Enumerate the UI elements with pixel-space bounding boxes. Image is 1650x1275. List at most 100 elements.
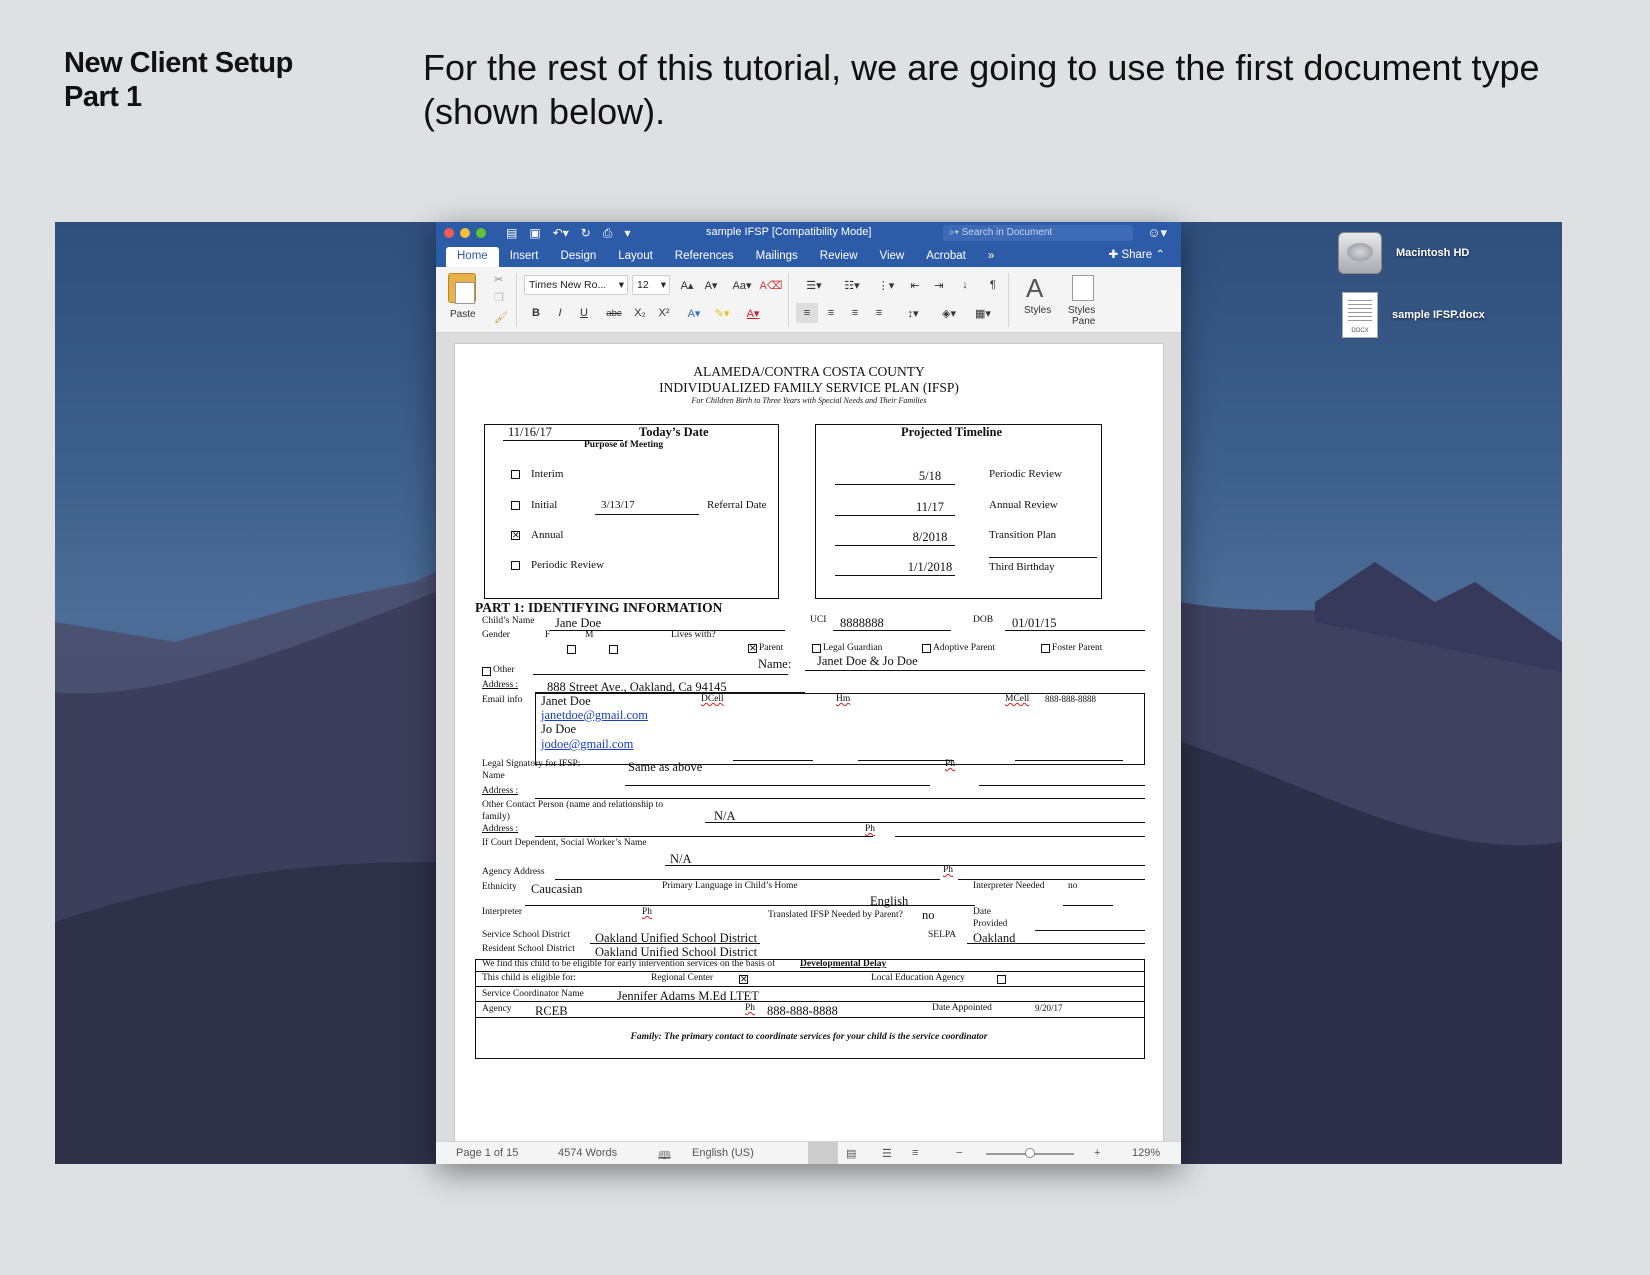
show-paragraph-marks-icon[interactable]: ¶ [982, 275, 1004, 295]
draft-view-icon[interactable]: ≡ [912, 1147, 918, 1159]
document-area: ALAMEDA/CONTRA COSTA COUNTY INDIVIDUALIZ… [436, 333, 1181, 1153]
text-effects-icon[interactable]: A▾ [682, 303, 706, 323]
font-name-select[interactable]: Times New Ro... ▾ [524, 275, 628, 295]
checkbox-interim[interactable] [511, 470, 520, 479]
superscript-button[interactable]: X² [654, 303, 674, 323]
save-icon[interactable]: ▣ [529, 226, 540, 241]
family-note: Family: The primary contact to coordinat… [630, 1032, 988, 1042]
page-count[interactable]: Page 1 of 15 [456, 1147, 518, 1159]
print-icon[interactable]: ⎙ [603, 226, 613, 241]
checkbox-other[interactable] [482, 667, 491, 676]
zoom-slider-thumb[interactable] [1025, 1148, 1035, 1158]
styles-icon[interactable]: A [1026, 273, 1043, 304]
change-case-icon[interactable]: Aa▾ [728, 275, 756, 295]
checkbox-male[interactable] [609, 645, 618, 654]
bullets-icon[interactable]: ☰▾ [796, 275, 832, 295]
minimize-button[interactable] [460, 228, 470, 238]
timeline-title: Projected Timeline [901, 425, 1003, 439]
outline-view-icon[interactable]: ☰ [882, 1147, 892, 1160]
docx-file-icon: DOCX [1342, 292, 1378, 338]
sidebar-toggle-icon[interactable]: ▤ [506, 226, 517, 241]
highlight-icon[interactable]: ✎▾ [710, 303, 734, 323]
document-page[interactable]: ALAMEDA/CONTRA COSTA COUNTY INDIVIDUALIZ… [454, 343, 1164, 1153]
checkbox-periodic-review[interactable] [511, 561, 520, 570]
slide-body-text: For the rest of this tutorial, we are go… [423, 47, 1540, 132]
tab-references[interactable]: References [664, 247, 745, 267]
increase-indent-icon[interactable]: ⇥ [928, 275, 950, 295]
child-name: Jane Doe [555, 616, 602, 630]
tab-home[interactable]: Home [446, 247, 499, 267]
copy-icon[interactable]: ❐ [494, 291, 504, 304]
email-link-1[interactable]: janetdoe@gmail.com [541, 708, 648, 723]
checkbox-local-education[interactable] [997, 975, 1006, 984]
strikethrough-button[interactable]: abc [602, 303, 626, 323]
tab-acrobat[interactable]: Acrobat [915, 247, 977, 267]
zoom-button[interactable] [476, 228, 486, 238]
zoom-out-button[interactable]: − [956, 1147, 962, 1159]
shrink-font-icon[interactable]: A▾ [700, 275, 722, 295]
bold-button[interactable]: B [526, 303, 546, 323]
borders-icon[interactable]: ▦▾ [968, 303, 998, 323]
undo-icon[interactable]: ↶▾ [553, 226, 569, 241]
language-status[interactable]: English (US) [692, 1147, 754, 1159]
shading-icon[interactable]: ◈▾ [934, 303, 964, 323]
styles-pane-icon[interactable] [1072, 275, 1094, 301]
font-size-select[interactable]: 12 ▾ [632, 275, 670, 295]
checkbox-regional-center[interactable]: ✕ [739, 975, 748, 985]
redo-icon[interactable]: ↻ [581, 226, 591, 241]
align-left-icon[interactable]: ≡ [796, 303, 818, 323]
checkbox-legal-guardian[interactable] [812, 644, 821, 653]
share-button[interactable]: ✚ Share ⌃ [1109, 247, 1165, 261]
clear-formatting-icon[interactable]: A⌫ [760, 275, 783, 295]
align-center-icon[interactable]: ≡ [820, 303, 842, 323]
more-tabs-chevron[interactable]: » [977, 247, 1005, 267]
proofing-icon[interactable]: 🕮 [658, 1147, 671, 1164]
paste-clipboard-icon[interactable] [448, 273, 476, 304]
subscript-button[interactable]: X₂ [630, 303, 650, 323]
justify-icon[interactable]: ≡ [868, 303, 890, 323]
checkbox-annual[interactable]: ✕ [511, 531, 520, 541]
checkbox-female[interactable] [567, 645, 576, 654]
macintosh-hd-icon[interactable]: Macintosh HD [1338, 232, 1469, 274]
customize-toolbar-icon[interactable]: ▾ [624, 226, 630, 241]
zoom-in-button[interactable]: + [1094, 1147, 1100, 1159]
format-painter-icon[interactable]: 🖌 [494, 311, 508, 324]
styles-label: Styles [1024, 305, 1052, 316]
tab-insert[interactable]: Insert [499, 247, 550, 267]
checkbox-initial[interactable] [511, 501, 520, 510]
word-count[interactable]: 4574 Words [558, 1147, 617, 1159]
decrease-indent-icon[interactable]: ⇤ [904, 275, 926, 295]
sort-icon[interactable]: ↓ [954, 275, 976, 295]
styles-pane-label-2: Pane [1072, 316, 1096, 327]
checkbox-parent[interactable]: ✕ [748, 644, 757, 654]
checkbox-foster-parent[interactable] [1041, 644, 1050, 653]
font-color-icon[interactable]: A▾ [740, 303, 766, 323]
sample-ifsp-docx-icon[interactable]: DOCX sample IFSP.docx [1342, 292, 1485, 338]
tab-view[interactable]: View [869, 247, 916, 267]
heading-line-2: Part 1 [64, 81, 142, 113]
parent-names: Janet Doe & Jo Doe [817, 654, 918, 668]
tab-layout[interactable]: Layout [607, 247, 664, 267]
tab-mailings[interactable]: Mailings [745, 247, 809, 267]
cut-icon[interactable]: ✂ [494, 273, 503, 286]
close-button[interactable] [444, 228, 454, 238]
desktop-icon-label: sample IFSP.docx [1392, 309, 1485, 321]
line-spacing-icon[interactable]: ↕▾ [898, 303, 928, 323]
feedback-smiley-icon[interactable]: ☺▾ [1147, 225, 1167, 241]
align-right-icon[interactable]: ≡ [844, 303, 866, 323]
multilevel-list-icon[interactable]: ⋮▾ [872, 275, 900, 295]
tab-review[interactable]: Review [809, 247, 869, 267]
zoom-level[interactable]: 129% [1132, 1147, 1160, 1159]
underline-button[interactable]: U [574, 303, 594, 323]
grow-font-icon[interactable]: A▴ [676, 275, 698, 295]
search-in-document[interactable]: ⌕▾ Search in Document [943, 225, 1133, 241]
dob-value: 01/01/15 [1012, 616, 1057, 630]
uci-value: 8888888 [840, 616, 884, 630]
web-layout-view-icon[interactable]: ▤ [846, 1147, 856, 1160]
print-layout-view-icon[interactable] [808, 1142, 838, 1164]
email-link-2[interactable]: jodoe@gmail.com [541, 737, 633, 752]
checkbox-adoptive-parent[interactable] [922, 644, 931, 653]
italic-button[interactable]: I [550, 303, 570, 323]
numbering-icon[interactable]: ☷▾ [834, 275, 870, 295]
tab-design[interactable]: Design [549, 247, 607, 267]
